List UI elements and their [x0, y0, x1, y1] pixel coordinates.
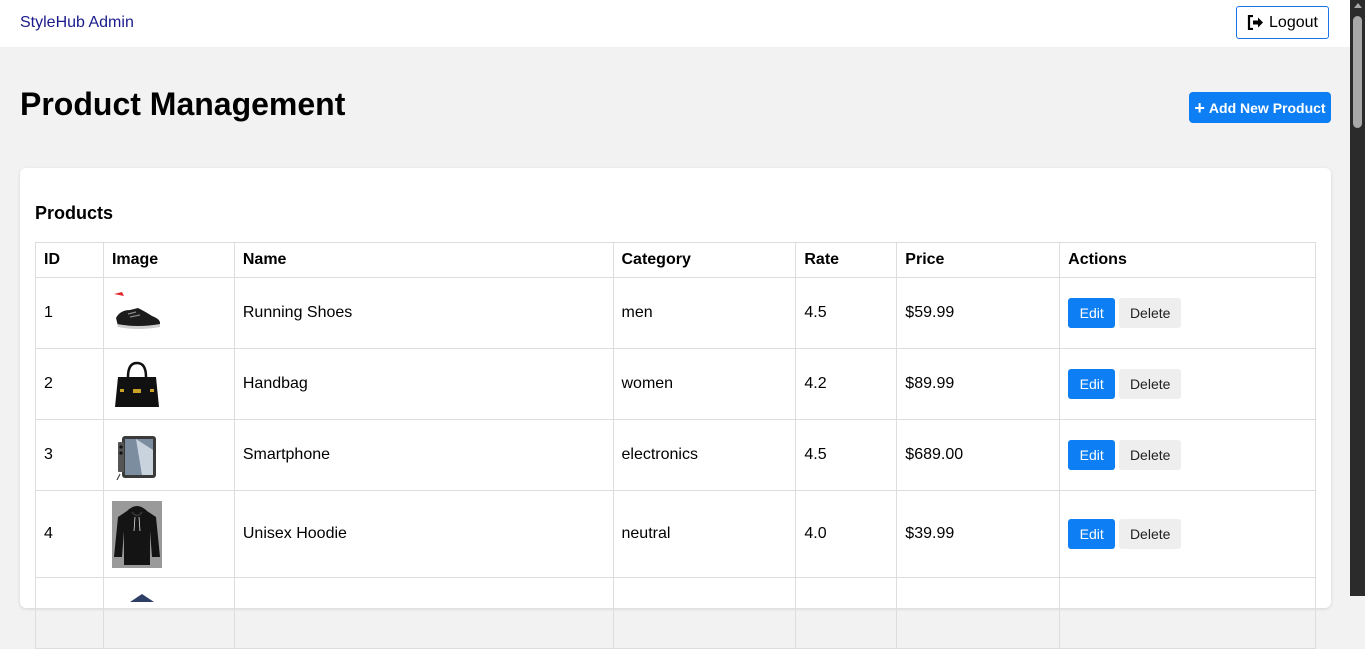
scrollbar-thumb[interactable] [1353, 16, 1362, 128]
column-header-id: ID [35, 242, 104, 278]
delete-button[interactable]: Delete [1119, 369, 1182, 399]
cell-category: men [612, 277, 797, 349]
edit-button[interactable]: Edit [1068, 519, 1116, 549]
running-shoes-thumbnail [113, 292, 160, 329]
cell-category: neutral [612, 490, 797, 578]
cell-name: Unisex Hoodie [233, 490, 614, 578]
brand-link[interactable]: StyleHub Admin [20, 14, 134, 32]
column-header-rate: Rate [795, 242, 898, 278]
column-header-actions: Actions [1059, 242, 1316, 278]
cell-image [102, 348, 235, 420]
cell-price: $89.99 [896, 348, 1061, 420]
top-navbar: StyleHub Admin Logout [0, 0, 1350, 47]
column-header-category: Category [612, 242, 797, 278]
cell-name: Running Shoes [233, 277, 614, 349]
vertical-scrollbar[interactable] [1350, 0, 1365, 596]
plus-icon: + [1194, 97, 1205, 118]
cell-image [102, 490, 235, 578]
cell-id: 1 [35, 277, 104, 349]
products-card: Products ID Image Name Category Rate Pri… [20, 168, 1331, 649]
delete-button[interactable]: Delete [1119, 298, 1182, 328]
delete-button[interactable]: Delete [1119, 440, 1182, 470]
products-section-title: Products [35, 203, 114, 223]
cell-id: 2 [35, 348, 104, 420]
cell-rate: 4.2 [795, 348, 898, 420]
page-title: Product Management [20, 86, 346, 122]
cell-rate: 4.5 [795, 419, 898, 491]
edit-button[interactable]: Edit [1068, 369, 1116, 399]
cell-name: Smartphone [233, 419, 614, 491]
table-row: 3 Smartphone electronics 4.5 $689.00 Edi… [35, 419, 1316, 491]
column-header-name: Name [233, 242, 614, 278]
table-row: 4 Unisex Hoodie neutral 4.0 $39.99 Edit D… [35, 490, 1316, 578]
cell-actions: Edit Delete [1059, 277, 1316, 349]
cell-image [102, 419, 235, 491]
add-new-product-button[interactable]: + Add New Product [1189, 92, 1331, 123]
edit-button[interactable]: Edit [1068, 298, 1116, 328]
cell-price: $59.99 [896, 277, 1061, 349]
cell-actions: Edit Delete [1059, 348, 1316, 420]
table-header-row: ID Image Name Category Rate Price Action… [35, 242, 1316, 278]
column-header-image: Image [102, 242, 235, 278]
column-header-price: Price [896, 242, 1061, 278]
hoodie-thumbnail [111, 500, 162, 568]
cell-image [102, 277, 235, 349]
cell-image [102, 577, 235, 649]
add-new-product-label: Add New Product [1208, 99, 1326, 116]
table-row: 1 Running Shoes men 4.5 $59.99 Edit Delet… [35, 277, 1316, 349]
table-row [35, 577, 1316, 649]
cell-id: 4 [35, 490, 104, 578]
handbag-thumbnail [114, 361, 159, 407]
cell-price: $689.00 [896, 419, 1061, 491]
cell-category: women [612, 348, 797, 420]
smartphone-thumbnail [116, 436, 156, 480]
logout-label: Logout [1269, 13, 1318, 31]
cell-id: 3 [35, 419, 104, 491]
cell-rate: 4.5 [795, 277, 898, 349]
products-table: ID Image Name Category Rate Price Action… [35, 242, 1316, 649]
edit-button[interactable]: Edit [1068, 440, 1116, 470]
sign-out-icon [1247, 15, 1264, 30]
cell-rate: 4.0 [795, 490, 898, 578]
scroll-up-arrow-icon[interactable] [1354, 3, 1362, 8]
logout-button[interactable]: Logout [1236, 6, 1329, 39]
cell-actions: Edit Delete [1059, 490, 1316, 578]
cell-actions: Edit Delete [1059, 419, 1316, 491]
table-row: 2 Handbag women 4.2 $89.99 Edit Delete [35, 348, 1316, 420]
delete-button[interactable]: Delete [1119, 519, 1182, 549]
cell-category: electronics [612, 419, 797, 491]
cell-name: Handbag [233, 348, 614, 420]
cell-price: $39.99 [896, 490, 1061, 578]
